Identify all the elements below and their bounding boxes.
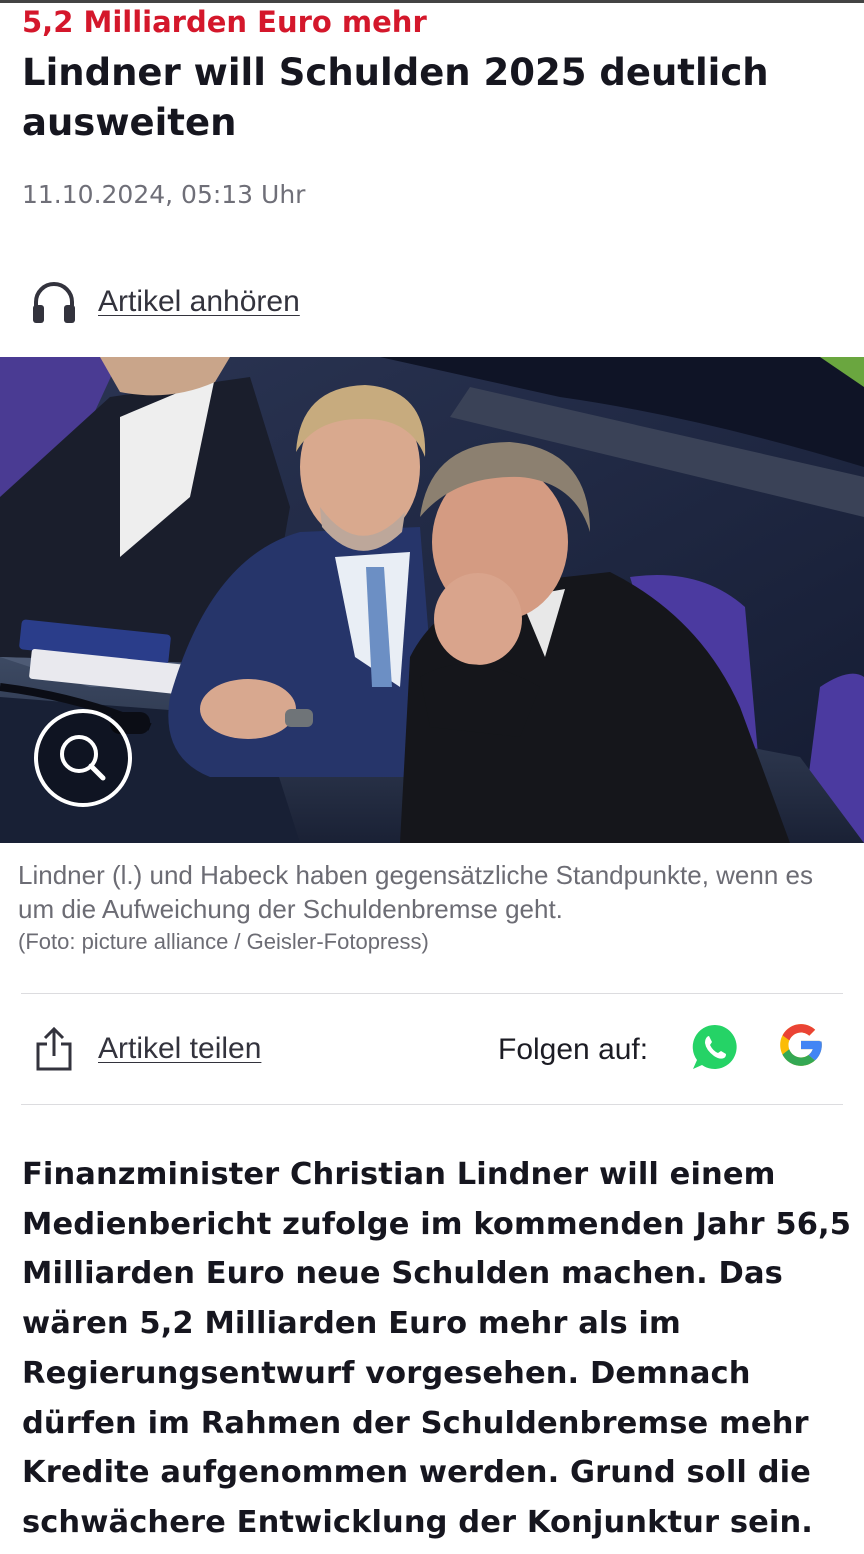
follow-label: Folgen auf: — [498, 1033, 649, 1066]
article-headline: Lindner will Schulden 2025 deutlich ausw… — [22, 51, 769, 144]
whatsapp-icon[interactable] — [690, 1022, 740, 1072]
share-icon — [36, 1026, 72, 1071]
article-kicker: 5,2 Milliarden Euro mehr — [22, 5, 427, 39]
google-icon[interactable] — [776, 1020, 826, 1070]
image-caption: Lindner (l.) und Habeck haben gegensätzl… — [18, 860, 813, 924]
article-dateline: 11.10.2024, 05:13 Uhr — [22, 180, 306, 209]
share-article-label[interactable]: Artikel teilen — [98, 1032, 261, 1066]
divider — [21, 1104, 843, 1105]
listen-to-article-button[interactable]: Artikel anhören — [30, 278, 300, 326]
zoom-image-button[interactable] — [33, 708, 133, 808]
divider — [21, 993, 843, 994]
share-article-button[interactable]: Artikel teilen — [34, 1026, 261, 1072]
article-lead: Finanzminister Christian Lindner will ei… — [22, 1157, 852, 1540]
image-credit: (Foto: picture alliance / Geisler-Fotopr… — [18, 929, 429, 954]
headphones-icon — [33, 282, 75, 323]
top-rule — [0, 0, 864, 3]
listen-to-article-label[interactable]: Artikel anhören — [98, 285, 300, 319]
